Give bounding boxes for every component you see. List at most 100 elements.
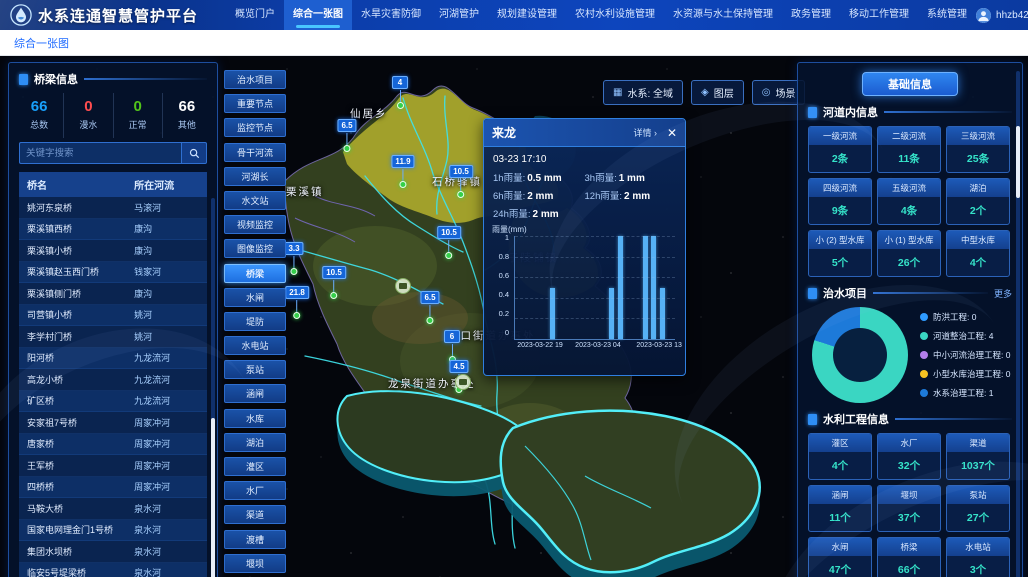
layer-menu-item[interactable]: 图像监控	[224, 239, 286, 258]
layer-menu-item[interactable]: 渠道	[224, 505, 286, 524]
layer-menu-item[interactable]: 堰坝	[224, 554, 286, 573]
map-tool-button[interactable]: ◈ 图层	[691, 80, 744, 105]
layer-menu-item[interactable]: 湖泊	[224, 433, 286, 452]
popup-body: 03-23 17:10 1h雨量:0.5 mm3h雨量:1 mm6h雨量:2 m…	[484, 147, 685, 220]
stat-card[interactable]: 堰坝 37个	[877, 485, 941, 532]
table-row[interactable]: 四桥桥 周家冲河	[19, 477, 207, 499]
rain-station-marker[interactable]: 4	[392, 72, 408, 109]
table-row[interactable]: 王军桥 周家冲河	[19, 455, 207, 477]
rain-station-marker[interactable]: 10.5	[449, 161, 473, 198]
stat-card[interactable]: 渠道 1037个	[946, 433, 1010, 480]
layer-menu-item[interactable]: 渡槽	[224, 530, 286, 549]
camera-icon[interactable]	[395, 278, 411, 294]
stat-card[interactable]: 小 (1) 型水库 26个	[877, 230, 941, 277]
stat-card[interactable]: 一级河流 2条	[808, 126, 872, 173]
table-row[interactable]: 栗溪镇侧门桥 康沟	[19, 283, 207, 305]
rain-bar	[651, 236, 656, 339]
layer-menu-item[interactable]: 水闸	[224, 288, 286, 307]
station-popup: 来龙 详情 › ✕ 03-23 17:10 1h雨量:0.5 mm3h雨量:1 …	[483, 118, 686, 376]
rain-bar	[643, 236, 648, 339]
table-row[interactable]: 马鞍大桥 泉水河	[19, 498, 207, 520]
popup-detail-link[interactable]: 详情 ›	[633, 126, 657, 139]
stat-card[interactable]: 中型水库 4个	[946, 230, 1010, 277]
search-icon	[189, 148, 200, 159]
nav-tab[interactable]: 规划建设管理	[488, 0, 566, 30]
rain-station-marker[interactable]: 10.5	[437, 222, 461, 259]
table-vertical-scrollbar[interactable]	[211, 198, 215, 577]
layer-menu-item[interactable]: 涵闸	[224, 384, 286, 403]
user-menu[interactable]: hhzb42080201	[976, 8, 1028, 23]
close-icon[interactable]: ✕	[667, 127, 677, 139]
town-label: 栗溪镇	[286, 184, 324, 199]
stat-card[interactable]: 三级河流 25条	[946, 126, 1010, 173]
map-tool-button[interactable]: ▦ 水系: 全域	[603, 80, 683, 105]
table-row[interactable]: 司营镇小桥 姚河	[19, 305, 207, 327]
table-row[interactable]: 唐家桥 周家冲河	[19, 434, 207, 456]
table-row[interactable]: 栗溪镇西桥 康沟	[19, 219, 207, 241]
table-row[interactable]: 栗溪镇小桥 康沟	[19, 240, 207, 262]
stat-card[interactable]: 五级河流 4条	[877, 178, 941, 225]
stat-label: 正常	[114, 118, 162, 131]
stat-card[interactable]: 水闸 47个	[808, 537, 872, 577]
rain-station-marker[interactable]: 3.3	[284, 238, 303, 275]
nav-tab[interactable]: 政务管理	[782, 0, 840, 30]
stat-card[interactable]: 水厂 32个	[877, 433, 941, 480]
layer-menu-item[interactable]: 泵站	[224, 360, 286, 379]
rain-station-marker[interactable]: 6.5	[420, 287, 439, 324]
nav-tab[interactable]: 综合一张图	[284, 0, 352, 30]
layer-menu-item[interactable]: 水库	[224, 409, 286, 428]
rain-station-marker[interactable]: 11.9	[391, 151, 414, 188]
layer-menu-item[interactable]: 骨干河流	[224, 143, 286, 162]
rain-station-marker[interactable]: 10.5	[322, 262, 346, 299]
camera-icon[interactable]	[455, 374, 471, 390]
search-button[interactable]	[181, 142, 207, 164]
nav-tab[interactable]: 农村水利设施管理	[566, 0, 664, 30]
layer-menu-item[interactable]: 堤防	[224, 312, 286, 331]
layer-menu-item[interactable]: 桥梁	[224, 264, 286, 283]
layer-menu-item[interactable]: 水厂	[224, 481, 286, 500]
stat-card[interactable]: 四级河流 9条	[808, 178, 872, 225]
search-input[interactable]	[19, 142, 181, 164]
table-row[interactable]: 矿区桥 九龙流河	[19, 391, 207, 413]
layer-menu-item[interactable]: 重要节点	[224, 94, 286, 113]
layer-menu-item[interactable]: 水电站	[224, 336, 286, 355]
layer-menu-item[interactable]: 水文站	[224, 191, 286, 210]
stat-card[interactable]: 湖泊 2个	[946, 178, 1010, 225]
table-row[interactable]: 李学村门桥 姚河	[19, 326, 207, 348]
stat-card[interactable]: 二级河流 11条	[877, 126, 941, 173]
table-row[interactable]: 栗溪镇赵玉西门桥 钱家河	[19, 262, 207, 284]
projects-more-link[interactable]: 更多	[994, 287, 1012, 300]
breadcrumb-current[interactable]: 综合一张图	[14, 38, 69, 50]
nav-tab[interactable]: 水旱灾害防御	[352, 0, 430, 30]
table-body: 姚河东泉桥 马滚河 栗溪镇西桥 康沟 栗溪镇小桥 康沟 栗溪镇赵玉西门桥 钱家河	[19, 197, 207, 577]
bridge-info-panel: 桥梁信息 66 总数 0 漫水 0 正常 66 其他	[8, 62, 218, 577]
rain-station-marker[interactable]: 21.8	[285, 282, 309, 319]
stat-card[interactable]: 涵闸 11个	[808, 485, 872, 532]
table-row[interactable]: 阳河桥 九龙流河	[19, 348, 207, 370]
right-panel-scrollbar[interactable]	[1016, 71, 1020, 577]
basic-info-button[interactable]: 基础信息	[862, 72, 958, 96]
nav-tab[interactable]: 河湖管护	[430, 0, 488, 30]
table-row[interactable]: 国家电网理金门1号桥 泉水河	[19, 520, 207, 542]
layer-menu-item[interactable]: 灌区	[224, 457, 286, 476]
stat-card[interactable]: 灌区 4个	[808, 433, 872, 480]
stat-card[interactable]: 水电站 3个	[946, 537, 1010, 577]
layer-menu-item[interactable]: 监控节点	[224, 118, 286, 137]
stat-card[interactable]: 桥梁 66个	[877, 537, 941, 577]
table-row[interactable]: 姚河东泉桥 马滚河	[19, 197, 207, 219]
rain-station-marker[interactable]: 6.5	[337, 115, 356, 152]
stat-card[interactable]: 小 (2) 型水库 5个	[808, 230, 872, 277]
layer-menu-item[interactable]: 视频监控	[224, 215, 286, 234]
nav-tab[interactable]: 系统管理	[918, 0, 976, 30]
table-row[interactable]: 高龙小桥 九龙流河	[19, 369, 207, 391]
stat-card[interactable]: 泵站 27个	[946, 485, 1010, 532]
nav-tab[interactable]: 移动工作管理	[840, 0, 918, 30]
layer-menu-item[interactable]: 治水项目	[224, 70, 286, 89]
layer-menu-item[interactable]: 河湖长	[224, 167, 286, 186]
table-row[interactable]: 临安5号堤梁桥 泉水河	[19, 563, 207, 577]
nav-tab[interactable]: 概览门户	[226, 0, 284, 30]
table-row[interactable]: 集团水坝桥 泉水河	[19, 541, 207, 563]
nav-tab[interactable]: 水资源与水土保持管理	[664, 0, 782, 30]
marker-stem	[347, 133, 348, 145]
table-row[interactable]: 安家祖7号桥 周家冲河	[19, 412, 207, 434]
